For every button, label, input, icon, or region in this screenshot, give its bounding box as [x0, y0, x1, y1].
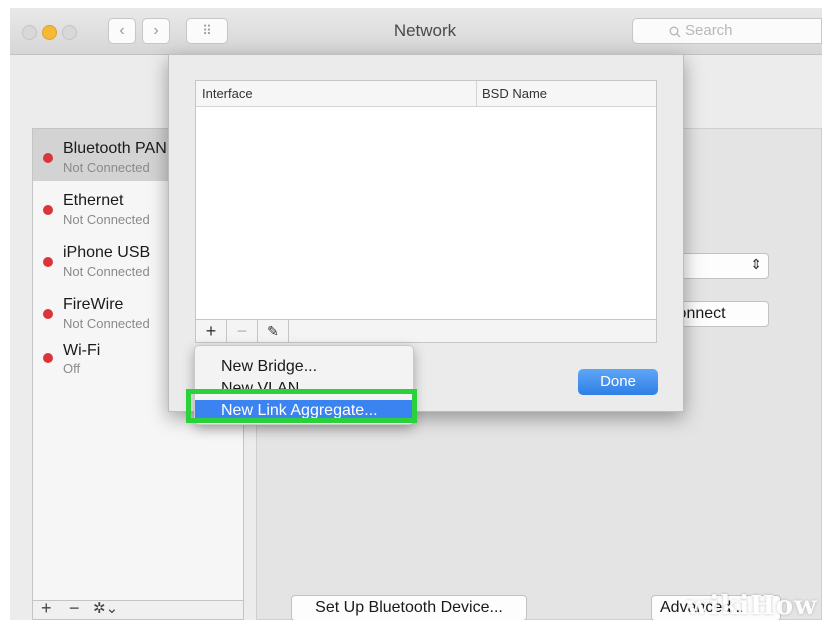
- chevron-right-icon: ›: [153, 22, 159, 39]
- status-dot: [43, 205, 53, 215]
- chevron-left-icon: ‹: [119, 22, 125, 39]
- service-status: Not Connected: [63, 316, 150, 331]
- close-window-button[interactable]: [22, 25, 37, 40]
- network-preferences-window: ‹ › ⠿ Network Search Bluetooth PAN Not C…: [10, 8, 822, 620]
- highlight-box: [186, 389, 417, 423]
- service-list-toolbar: + − ✲⌄: [33, 598, 243, 619]
- interface-table: Interface BSD Name: [195, 80, 657, 340]
- location-popup[interactable]: ⇕: [677, 253, 769, 279]
- connect-button-label: Connect: [677, 305, 726, 322]
- remove-interface-button[interactable]: −: [227, 320, 258, 342]
- menu-item-new-bridge[interactable]: New Bridge...: [195, 356, 413, 378]
- service-status: Off: [63, 361, 81, 376]
- status-dot: [43, 153, 53, 163]
- status-dot: [43, 353, 53, 363]
- set-up-bluetooth-device-label: Set Up Bluetooth Device...: [315, 599, 503, 616]
- set-up-bluetooth-device-button[interactable]: Set Up Bluetooth Device...: [291, 595, 527, 620]
- add-service-button[interactable]: +: [41, 598, 52, 619]
- service-name: FireWire: [63, 296, 124, 313]
- back-button[interactable]: ‹: [108, 18, 136, 44]
- service-name: Wi-Fi: [63, 342, 101, 359]
- service-name: Bluetooth PAN: [63, 140, 167, 157]
- table-toolbar: + − ✎: [195, 319, 657, 343]
- search-placeholder: Search: [685, 22, 733, 39]
- grid-icon: ⠿: [202, 23, 212, 38]
- done-button[interactable]: Done: [578, 369, 658, 395]
- service-status: Not Connected: [63, 160, 150, 175]
- column-divider: [476, 81, 477, 106]
- column-header-interface[interactable]: Interface: [202, 86, 253, 101]
- wikihow-watermark: wikiHow: [686, 591, 817, 620]
- pencil-icon[interactable]: ✎: [258, 320, 289, 342]
- service-status: Not Connected: [63, 212, 150, 227]
- status-dot: [43, 309, 53, 319]
- updown-chevron-icon: ⇕: [750, 256, 762, 272]
- zoom-window-button[interactable]: [62, 25, 77, 40]
- watermark-how: How: [750, 591, 818, 620]
- service-name: Ethernet: [63, 192, 124, 209]
- status-dot: [43, 257, 53, 267]
- service-name: iPhone USB: [63, 244, 151, 261]
- remove-service-button[interactable]: −: [69, 598, 80, 619]
- connect-button[interactable]: Connect: [677, 301, 769, 327]
- search-icon: [669, 26, 681, 38]
- gear-icon[interactable]: ✲⌄: [93, 599, 118, 617]
- watermark-wiki: wiki: [686, 591, 751, 620]
- window-title: Network: [393, 21, 457, 40]
- minimize-window-button[interactable]: [42, 25, 57, 40]
- show-all-button[interactable]: ⠿: [186, 18, 228, 44]
- table-header: Interface BSD Name: [196, 81, 656, 107]
- column-header-bsd-name[interactable]: BSD Name: [482, 86, 547, 101]
- title-bar: ‹ › ⠿ Network Search: [10, 8, 822, 55]
- add-interface-button[interactable]: +: [196, 320, 227, 342]
- forward-button[interactable]: ›: [142, 18, 170, 44]
- search-field[interactable]: Search: [632, 18, 822, 44]
- service-status: Not Connected: [63, 264, 150, 279]
